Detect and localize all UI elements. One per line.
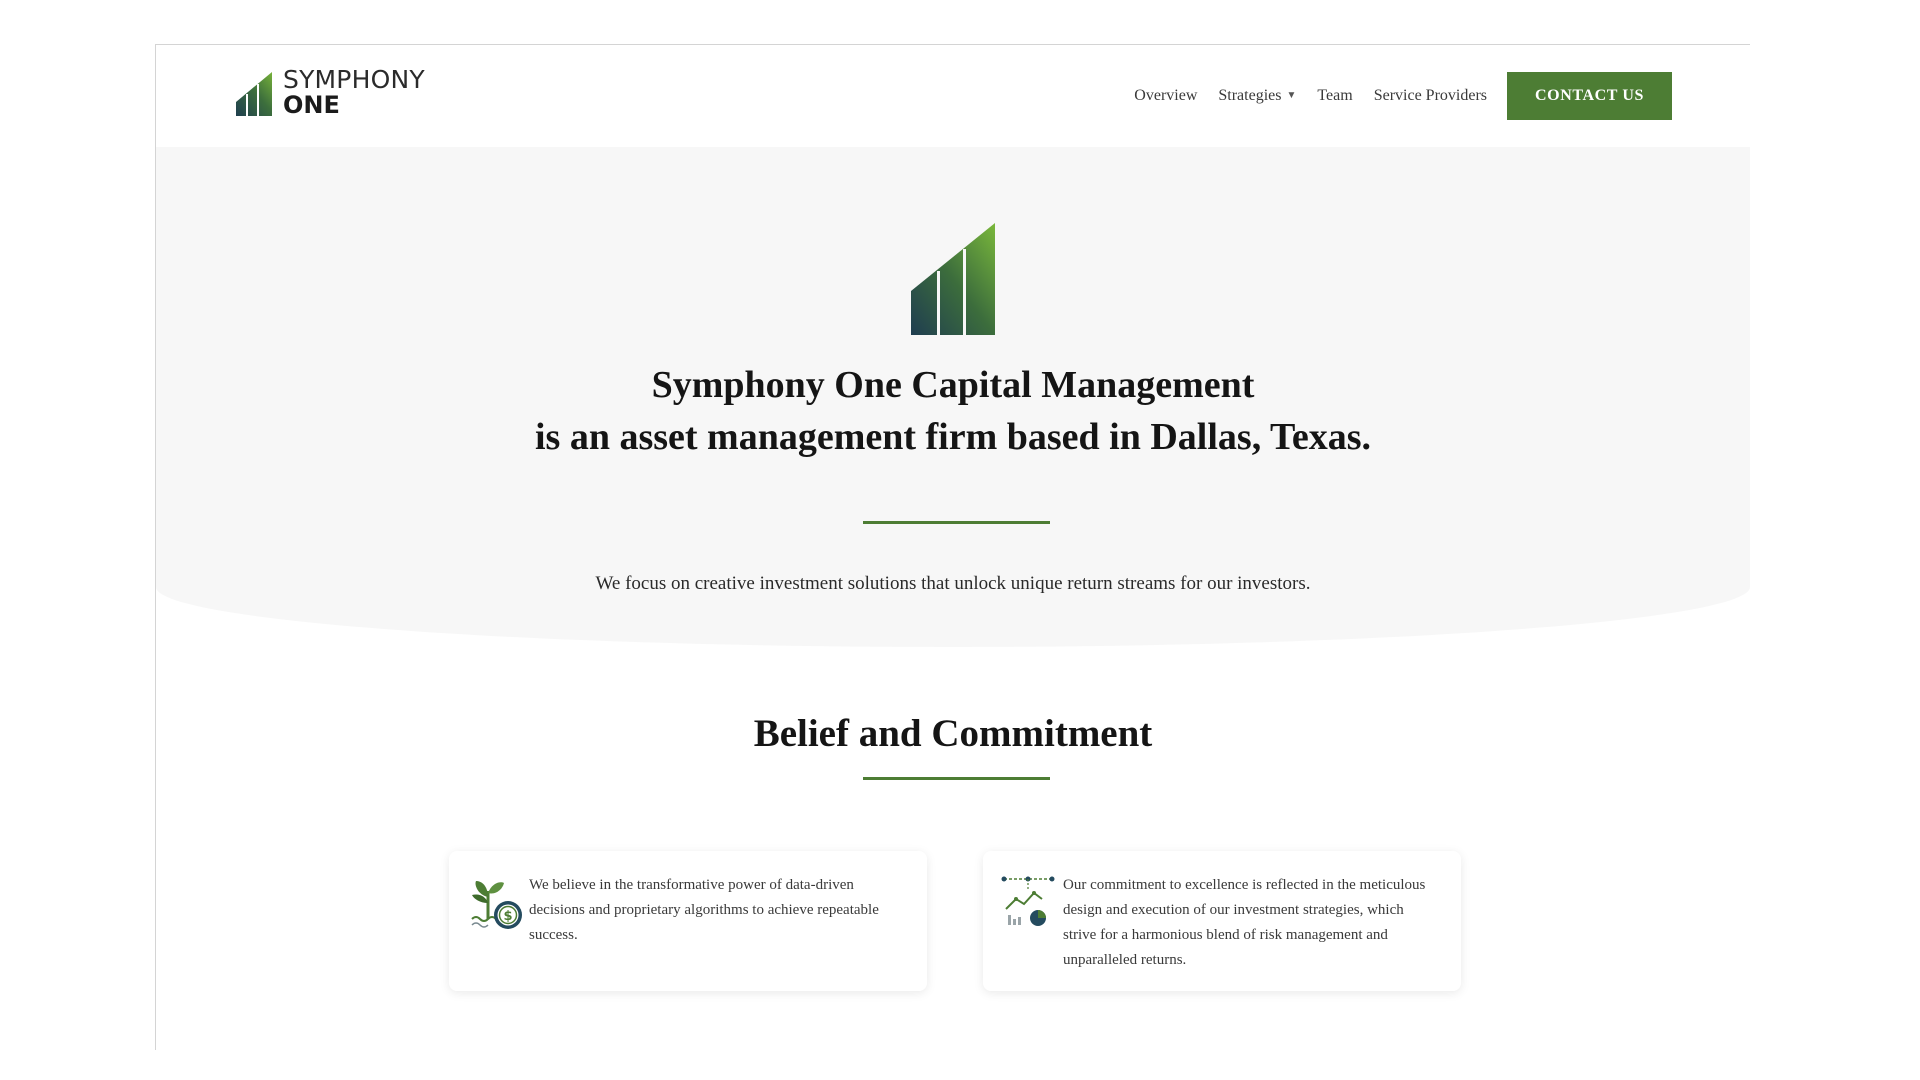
belief-card: $ We believe in the transformative power… [449, 851, 927, 991]
chevron-down-icon: ▼ [1286, 90, 1297, 101]
commitment-card: Our commitment to excellence is reflecte… [983, 851, 1461, 991]
site-header: SYMPHONY ONE Overview Strategies ▼ Team S… [156, 45, 1750, 147]
hero-title-line-1: Symphony One Capital Management [651, 364, 1255, 406]
logo-bars-icon [236, 72, 272, 116]
logo-wordmark-top: SYMPHONY [283, 65, 425, 94]
main-nav: Overview Strategies ▼ Team Service Provid… [1134, 72, 1672, 120]
contact-us-button[interactable]: CONTACT US [1507, 72, 1672, 120]
plant-dollar-icon: $ [471, 881, 522, 929]
logo-wordmark-bottom: ONE [283, 91, 340, 119]
nav-strategies-label: Strategies [1218, 87, 1282, 104]
hero-title: Symphony One Capital Management is an as… [156, 359, 1750, 463]
nav-overview[interactable]: Overview [1134, 87, 1197, 105]
nav-team[interactable]: Team [1317, 87, 1352, 105]
browser-viewport: SYMPHONY ONE Overview Strategies ▼ Team S… [155, 44, 1750, 1050]
brand-bars-icon [911, 223, 995, 335]
belief-divider [863, 777, 1050, 780]
hero-section: Symphony One Capital Management is an as… [156, 147, 1750, 647]
hero-title-line-2: is an asset management firm based in Dal… [534, 416, 1372, 458]
commitment-card-text: Our commitment to excellence is reflecte… [1063, 877, 1426, 968]
analytics-chart-icon [1001, 876, 1055, 926]
nav-strategies[interactable]: Strategies ▼ [1218, 87, 1296, 105]
svg-text:$: $ [503, 909, 512, 924]
hero-subtitle: We focus on creative investment solution… [595, 573, 1311, 594]
hero-divider [863, 521, 1050, 524]
belief-section-title: Belief and Commitment [753, 712, 1153, 755]
site-logo[interactable]: SYMPHONY ONE [236, 67, 425, 117]
nav-service-providers[interactable]: Service Providers [1374, 87, 1487, 105]
belief-card-text: We believe in the transformative power o… [529, 877, 879, 943]
